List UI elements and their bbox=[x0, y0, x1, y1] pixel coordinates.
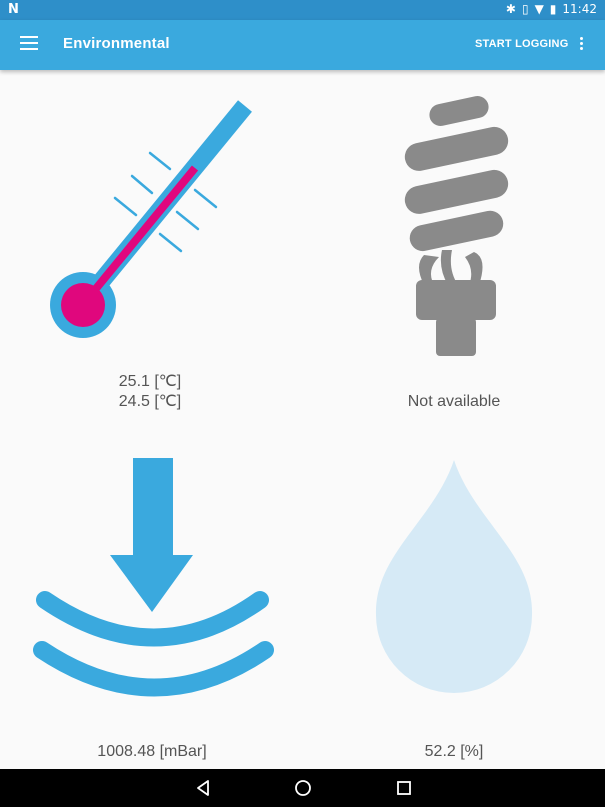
app-bar: Environmental START LOGGING bbox=[0, 20, 605, 70]
temperature-reading-2: 24.5 [℃] bbox=[118, 393, 182, 410]
lightbulb-icon bbox=[404, 96, 509, 356]
humidity-reading: 52.2 [%] bbox=[424, 743, 484, 760]
humidity-tile: 52.2 [%] bbox=[354, 455, 554, 765]
pressure-icon bbox=[33, 458, 274, 697]
thermometer-icon bbox=[50, 100, 252, 338]
clock: 11:42 bbox=[562, 2, 597, 16]
notification-icon: N bbox=[8, 2, 19, 17]
status-bar: N ✱ ▯ ▼ ▮ 11:42 bbox=[0, 0, 605, 20]
start-logging-button[interactable]: START LOGGING bbox=[475, 38, 568, 50]
luminosity-tile: Not available bbox=[354, 90, 554, 420]
system-nav-bar bbox=[0, 769, 605, 807]
page-title: Environmental bbox=[63, 35, 170, 52]
overflow-menu-icon[interactable] bbox=[578, 37, 584, 53]
bluetooth-icon: ✱ bbox=[505, 2, 516, 16]
pressure-reading: 1008.48 [mBar] bbox=[97, 743, 207, 760]
temperature-reading-1: 25.1 [℃] bbox=[118, 373, 182, 390]
luminosity-reading: Not available bbox=[407, 393, 501, 410]
back-icon[interactable] bbox=[195, 779, 211, 797]
pressure-tile: 1008.48 [mBar] bbox=[30, 455, 280, 765]
wifi-icon: ▼ bbox=[534, 2, 544, 16]
drop-icon bbox=[375, 460, 533, 693]
vibrate-icon: ▯ bbox=[521, 2, 529, 16]
battery-icon: ▮ bbox=[549, 2, 557, 16]
hamburger-menu-icon[interactable] bbox=[20, 36, 38, 54]
temperature-tile: 25.1 [℃] 24.5 [℃] bbox=[40, 90, 270, 420]
status-icons: ✱ ▯ ▼ ▮ 11:42 bbox=[506, 2, 597, 16]
recents-icon[interactable] bbox=[396, 779, 412, 797]
home-icon[interactable] bbox=[294, 779, 312, 797]
